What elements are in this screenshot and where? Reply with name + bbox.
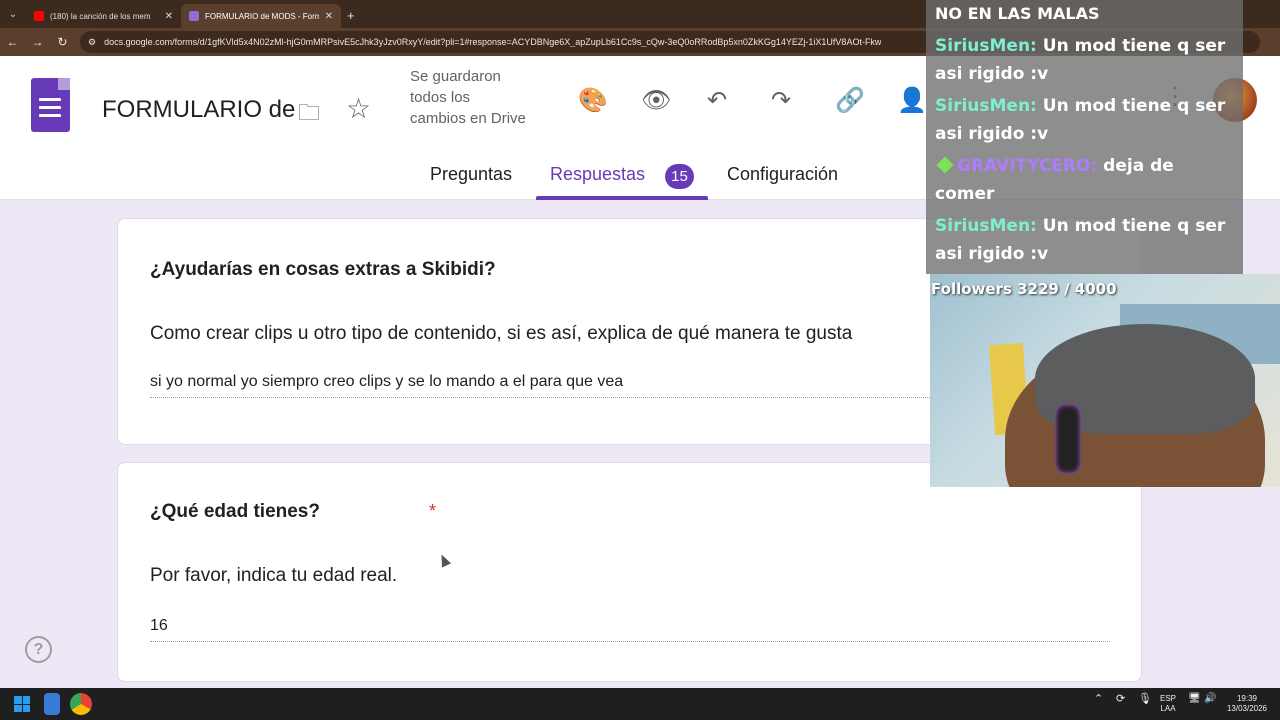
chat-message: SiriusMen: Un mod tiene q ser asi rigido…	[935, 212, 1235, 268]
windows-start-icon[interactable]	[14, 696, 30, 712]
clock-date: 13/03/2026	[1226, 704, 1268, 713]
save-status: Se guardaron todos los cambios en Drive	[410, 68, 526, 127]
chat-title: NO EN LAS MALAS	[935, 4, 1100, 23]
responses-count-badge: 15	[665, 164, 694, 189]
question-title: ¿Ayudarías en cosas extras a Skibidi?	[150, 259, 496, 280]
tab-title: FORMULARIO de MODS - Form	[205, 11, 319, 21]
required-mark: *	[429, 501, 437, 521]
response-answer: 16	[150, 617, 1110, 642]
browser-tab-forms[interactable]: FORMULARIO de MODS - Form ✕	[181, 4, 341, 28]
help-icon[interactable]: ?	[25, 636, 52, 663]
webcam-feed	[930, 274, 1280, 487]
link-icon[interactable]: 🔗	[835, 86, 865, 115]
undo-icon[interactable]: ↶	[707, 86, 727, 115]
tab-search-icon[interactable]: ⌄	[0, 0, 26, 28]
redo-icon[interactable]: ↷	[771, 86, 791, 115]
close-tab-icon[interactable]: ✕	[165, 11, 173, 22]
browser-tab-youtube[interactable]: (180) la canción de los mem ✕	[26, 4, 181, 28]
close-tab-icon[interactable]: ✕	[325, 11, 333, 22]
followers-goal: Followers 3229 / 4000	[931, 280, 1117, 298]
forward-icon[interactable]: →	[25, 35, 50, 49]
clock-time: 19:39	[1236, 694, 1258, 703]
chat-username: SiriusMen:	[935, 96, 1037, 116]
notepad-icon[interactable]	[44, 693, 60, 715]
youtube-icon	[34, 11, 44, 21]
chat-message: GRAVITYCERO: deja de comer	[935, 152, 1235, 208]
language-code: ESP	[1160, 694, 1177, 703]
question-card: ¿Qué edad tienes? * Por favor, indica tu…	[117, 462, 1142, 682]
site-info-icon[interactable]: ⚙	[88, 37, 96, 48]
tab-responses[interactable]: Respuestas	[550, 164, 645, 185]
question-title: ¿Qué edad tienes?	[150, 501, 320, 522]
chat-username: SiriusMen:	[935, 216, 1037, 236]
sync-icon[interactable]: ⟳	[1116, 694, 1125, 705]
keyboard-layout: LAA	[1160, 704, 1176, 713]
subscriber-badge-icon	[936, 156, 954, 174]
forms-icon	[189, 11, 199, 21]
chat-username: SiriusMen:	[935, 36, 1037, 56]
tab-questions[interactable]: Preguntas	[430, 164, 512, 185]
tab-settings[interactable]: Configuración	[727, 164, 838, 185]
active-tab-indicator	[536, 196, 708, 200]
headset-icon	[1055, 404, 1081, 474]
question-description: Como crear clips u otro tipo de contenid…	[150, 323, 853, 344]
google-forms-logo-icon[interactable]	[31, 78, 70, 132]
language-indicator[interactable]: ESP LAA	[1160, 694, 1176, 714]
tray-chevron-icon[interactable]: ⌃	[1094, 694, 1103, 705]
chrome-icon[interactable]	[70, 693, 92, 715]
reload-icon[interactable]: ↻	[50, 35, 75, 49]
star-icon[interactable]: ☆	[346, 92, 371, 125]
url-text: docs.google.com/forms/d/1gfKVld5x4N02zMl…	[104, 37, 882, 47]
volume-icon[interactable]: 🔊	[1204, 694, 1216, 704]
chat-message: SiriusMen: Un mod tiene q ser asi rigido…	[935, 92, 1235, 148]
back-icon[interactable]: ←	[0, 35, 25, 49]
microphone-icon[interactable]: 🎙	[1138, 694, 1152, 705]
question-description: Por favor, indica tu edad real.	[150, 565, 398, 586]
palette-icon[interactable]: 🎨	[578, 86, 608, 115]
new-tab-icon[interactable]: +	[347, 2, 355, 28]
add-collaborator-icon[interactable]: 👤	[897, 86, 927, 115]
folder-icon[interactable]: 🗀	[298, 96, 320, 134]
chat-message: SiriusMen: Un mod tiene q ser asi rigido…	[935, 32, 1235, 88]
form-title[interactable]: FORMULARIO de	[102, 96, 295, 124]
clock[interactable]: 19:39 13/03/2026	[1224, 694, 1270, 714]
tab-title: (180) la canción de los mem	[50, 11, 151, 21]
stream-chat-overlay: NO EN LAS MALAS SiriusMen: Un mod tiene …	[926, 0, 1243, 274]
preview-eye-icon[interactable]: 👁	[641, 86, 671, 115]
windows-taskbar: ⌃ ⟳ 🎙 ESP LAA 🖥 🔊 19:39 13/03/2026	[0, 688, 1280, 720]
network-icon[interactable]: 🖥	[1188, 694, 1201, 704]
chat-username: GRAVITYCERO:	[957, 156, 1098, 176]
